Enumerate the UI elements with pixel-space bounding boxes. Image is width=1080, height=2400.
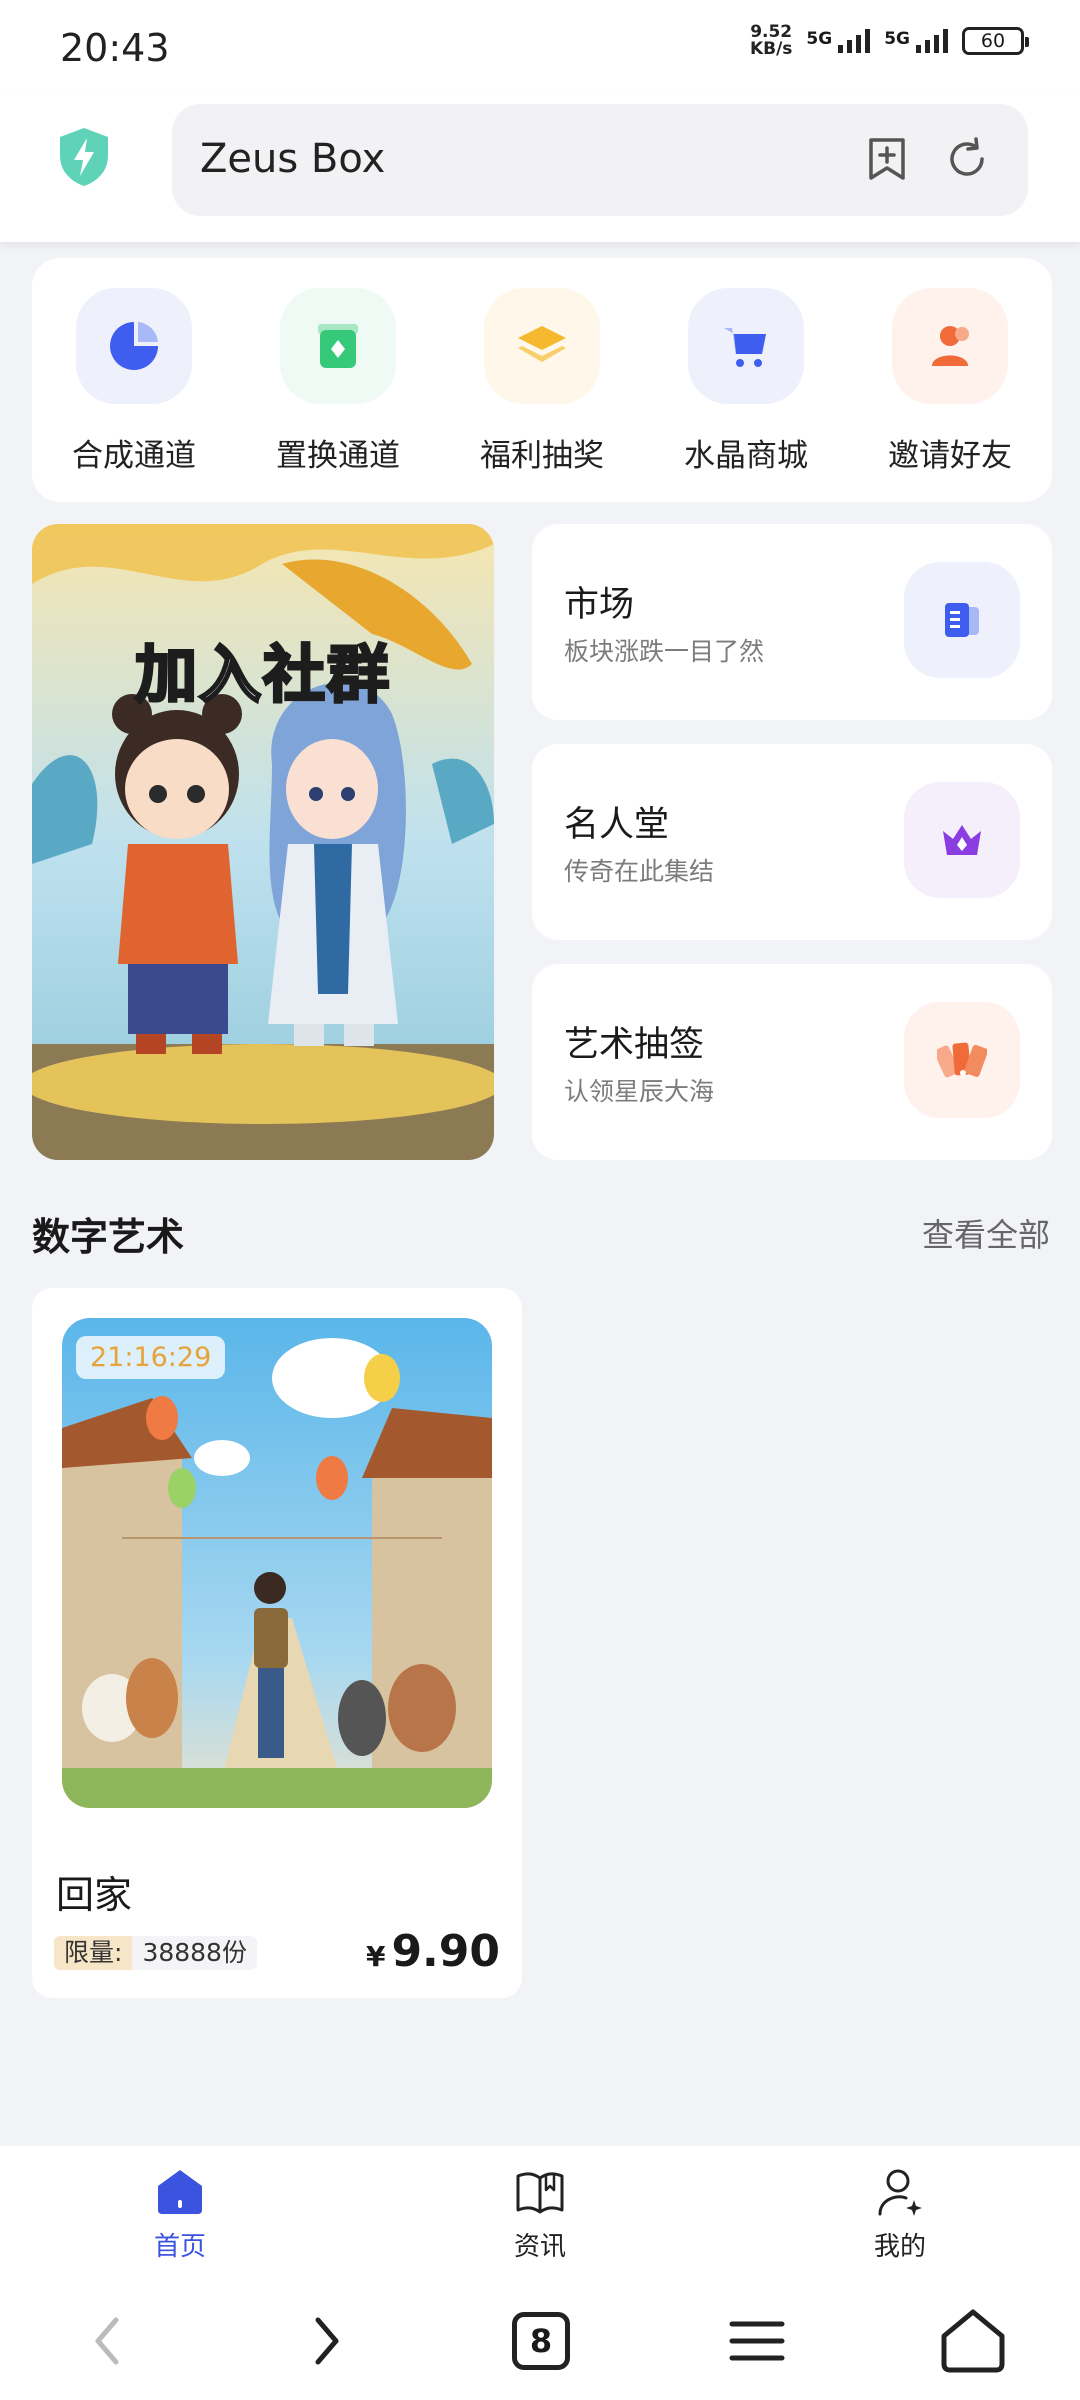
price-currency: ¥ (365, 1940, 386, 1973)
browser-toolbar: Zeus Box (0, 96, 1080, 242)
limit-tag: 限量: (54, 1936, 133, 1970)
status-bar: 20:43 9.52 KB/s 5G 5G 60 (0, 0, 1080, 96)
exchange-icon (280, 288, 396, 404)
view-all-link[interactable]: 查看全部 (922, 1210, 1050, 1256)
system-navigation: 8 (0, 2282, 1080, 2400)
quick-nav-exchange[interactable]: 置换通道 (236, 258, 440, 502)
signal-icon: 5G (806, 29, 871, 53)
hall-of-fame-card[interactable]: 名人堂 传奇在此集结 (532, 744, 1052, 940)
clock: 20:43 (60, 26, 170, 70)
bottom-tab-bar: 首页 资讯 我的 (0, 2146, 1080, 2282)
tab-news[interactable]: 资讯 (360, 2146, 720, 2282)
limit-badge: 限量: 38888份 (54, 1936, 257, 1970)
refresh-icon[interactable] (942, 134, 992, 184)
back-icon[interactable] (74, 2306, 144, 2376)
book-icon (516, 2172, 564, 2214)
quick-nav-lottery[interactable]: 福利抽奖 (440, 258, 644, 502)
price-value: 9.90 (391, 1926, 500, 1977)
quick-nav-invite[interactable]: 邀请好友 (848, 258, 1052, 502)
home-icon (158, 2170, 202, 2214)
site-title: Zeus Box (200, 136, 386, 182)
bookmark-add-icon[interactable] (862, 134, 912, 184)
layers-icon (484, 288, 600, 404)
home-outline-icon[interactable] (938, 2306, 1008, 2376)
signal-icon-2: 5G (884, 29, 948, 53)
menu-icon[interactable] (722, 2306, 792, 2376)
cart-icon (688, 288, 804, 404)
tab-home[interactable]: 首页 (0, 2146, 360, 2282)
forward-icon[interactable] (290, 2306, 360, 2376)
product-name: 回家 (56, 1873, 133, 1917)
user-icon (892, 288, 1008, 404)
countdown-timer: 21:16:29 (76, 1336, 226, 1379)
community-banner[interactable]: 加入社群 (32, 524, 494, 1160)
market-icon (904, 562, 1020, 678)
shield-bolt-icon[interactable] (56, 126, 112, 188)
quick-nav-crystal-mall[interactable]: 水晶商城 (644, 258, 848, 502)
tab-profile[interactable]: 我的 (720, 2146, 1080, 2282)
banner-illustration (32, 524, 494, 1160)
fan-cards-icon (904, 1002, 1020, 1118)
section-title: 数字艺术 (32, 1215, 185, 1259)
limit-value: 38888份 (132, 1936, 257, 1970)
market-card[interactable]: 市场 板块涨跌一目了然 (532, 524, 1052, 720)
crown-icon (904, 782, 1020, 898)
banner-title: 加入社群 (133, 637, 391, 713)
network-speed: 9.52 KB/s (749, 22, 793, 59)
art-draw-card[interactable]: 艺术抽签 认领星辰大海 (532, 964, 1052, 1160)
tabs-icon[interactable]: 8 (506, 2306, 576, 2376)
quick-nav-synthesis[interactable]: 合成通道 (32, 258, 236, 502)
quick-nav: 合成通道 置换通道 福利抽奖 水晶商城 邀请好友 (32, 258, 1052, 502)
status-indicators: 9.52 KB/s 5G 5G 60 (749, 22, 1029, 59)
product-card[interactable]: 21:16:29 回家 限量: 38888份 ¥ 9.90 (32, 1288, 522, 1998)
battery-icon: 60 (962, 27, 1029, 55)
profile-icon (878, 2169, 922, 2216)
address-bar[interactable]: Zeus Box (172, 104, 1028, 216)
product-image: 21:16:29 (62, 1318, 492, 1808)
product-price: ¥ 9.90 (366, 1926, 500, 1977)
synthesis-icon (76, 288, 192, 404)
